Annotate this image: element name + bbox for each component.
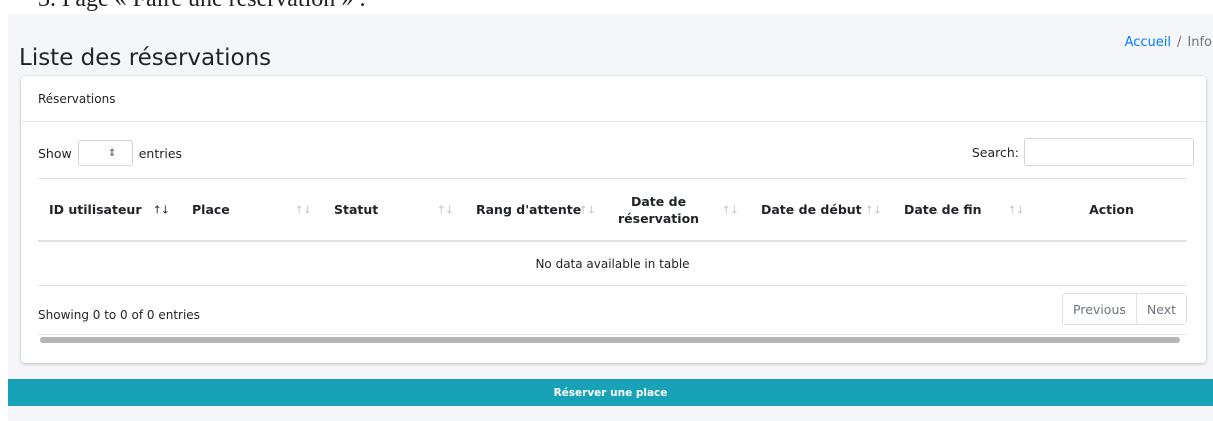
column-header-end-date[interactable]: Date de fin ↑↓	[893, 179, 1036, 240]
table-footer: Showing 0 to 0 of 0 entries Previous Nex…	[38, 286, 1187, 343]
column-label: Date de début	[761, 202, 862, 217]
sort-icon: ↑↓	[864, 203, 882, 216]
sort-icon: ↑↓	[721, 203, 739, 216]
reservations-table: ID utilisateur ↑↓ Place ↑↓ Statut ↑↓ Ran…	[38, 178, 1187, 343]
empty-table-message: No data available in table	[38, 242, 1187, 286]
breadcrumb-home-link[interactable]: Accueil	[1125, 35, 1171, 50]
column-header-user-id[interactable]: ID utilisateur ↑↓	[38, 179, 181, 240]
card-title: Réservations	[21, 76, 1206, 122]
column-label: ID utilisateur	[49, 202, 142, 217]
breadcrumb-separator: /	[1177, 35, 1182, 50]
reservations-card: Réservations Show ⇕ entries Search: ID u…	[21, 76, 1206, 363]
document-caption: 3. Page « Faire une réservation » :	[38, 0, 366, 13]
pagination: Previous Next	[1062, 293, 1187, 325]
table-controls: Show ⇕ entries Search:	[21, 122, 1206, 178]
entries-label: entries	[138, 145, 183, 161]
column-header-place[interactable]: Place ↑↓	[181, 179, 323, 240]
column-label: Action	[1089, 202, 1134, 217]
show-label: Show	[38, 145, 72, 161]
breadcrumb: Accueil / Info	[1125, 35, 1212, 50]
column-header-status[interactable]: Statut ↑↓	[323, 179, 465, 240]
search-control: Search:	[972, 138, 1194, 166]
sort-icon: ↑↓	[1007, 203, 1025, 216]
column-label: Date de fin	[904, 202, 982, 217]
app-content: Liste des réservations Accueil / Info Rése…	[8, 14, 1213, 421]
breadcrumb-current: Info	[1187, 35, 1212, 50]
previous-button[interactable]: Previous	[1063, 294, 1136, 324]
column-header-reservation-date[interactable]: Date de réservation ↑↓	[607, 179, 750, 240]
sort-icon: ↑↓	[294, 203, 312, 216]
column-header-action: Action	[1036, 179, 1187, 240]
select-arrow-icon: ⇕	[108, 147, 117, 159]
table-info: Showing 0 to 0 of 0 entries	[38, 308, 200, 322]
column-label: Place	[192, 202, 230, 217]
horizontal-scrollbar[interactable]	[38, 334, 1187, 343]
search-input[interactable]	[1024, 138, 1194, 166]
page-title: Liste des réservations	[19, 45, 272, 72]
search-label: Search:	[971, 144, 1019, 160]
scrollbar-thumb[interactable]	[40, 337, 1180, 343]
column-label: Rang d'attente	[476, 202, 582, 217]
column-label: Statut	[334, 202, 379, 217]
sort-icon: ↑↓	[578, 203, 596, 216]
next-button[interactable]: Next	[1135, 294, 1186, 324]
column-label: Date de réservation	[618, 193, 700, 226]
table-header: ID utilisateur ↑↓ Place ↑↓ Statut ↑↓ Ran…	[38, 178, 1187, 242]
reserve-place-button[interactable]: Réserver une place	[8, 379, 1213, 406]
column-header-queue-rank[interactable]: Rang d'attente ↑↓	[465, 179, 607, 240]
sort-icon: ↑↓	[436, 203, 454, 216]
length-control: Show ⇕ entries	[38, 140, 182, 166]
column-header-start-date[interactable]: Date de début ↑↓	[750, 179, 893, 240]
sort-icon: ↑↓	[152, 203, 170, 216]
entries-select[interactable]: ⇕	[77, 140, 133, 166]
